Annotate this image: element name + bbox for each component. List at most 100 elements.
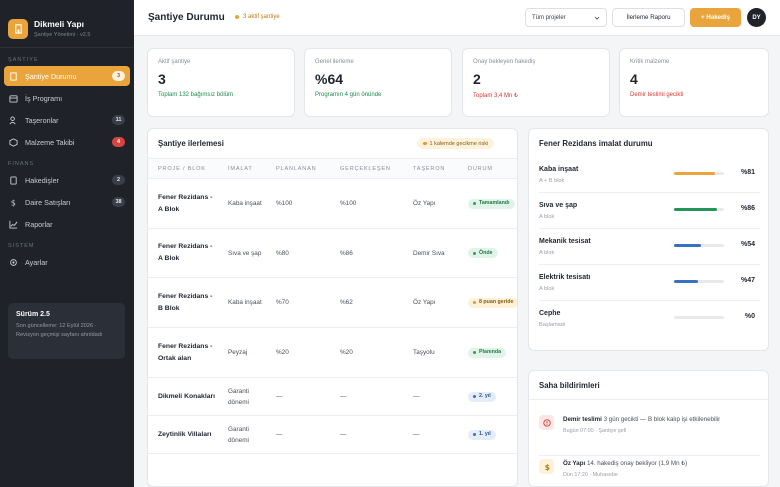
project-cell: Zeytinlik Villaları xyxy=(148,415,218,454)
kpi-card-active-sites: Aktif şantiye 3 Toplam 132 bağımsız bölü… xyxy=(147,48,295,117)
planned-cell: %20 xyxy=(266,327,330,378)
sidebar-item-ayarlar[interactable]: Ayarlar xyxy=(4,252,130,272)
manufacturing-panel: Fener Rezidans imalat durumu Kaba inşaat… xyxy=(528,128,769,351)
table-row[interactable]: Fener Rezidans - A Blok Kaba inşaat %100 %1… xyxy=(148,178,517,229)
table-row[interactable]: Fener Rezidans - A Blok Sıva ve şap %80 %86… xyxy=(148,228,517,278)
progress-item-sub: A blok xyxy=(539,286,555,292)
progress-track xyxy=(674,280,724,283)
risk-badge-text: 1 kalemde gecikme riski xyxy=(429,140,489,147)
project-cell: Fener Rezidans - B Blok xyxy=(148,277,218,328)
sidebar-item-hakedisler[interactable]: Hakedişler 2 xyxy=(4,170,130,190)
sidebar-item-is-programi[interactable]: İş Programı xyxy=(4,88,130,108)
kpi-label: Genel ilerleme xyxy=(315,59,354,65)
sidebar-item-label: Hakedişler xyxy=(25,175,59,185)
progress-item-name: Sıva ve şap xyxy=(539,202,578,209)
table-row[interactable]: Fener Rezidans - Ortak alan Peyzaj %20 %20 T… xyxy=(148,327,517,378)
kpi-value: 2 xyxy=(473,71,481,87)
status-label: 8 puan geride xyxy=(479,299,514,305)
progress-report-button[interactable]: İlerleme Raporu xyxy=(612,8,685,27)
kpi-note: Demir teslimi gecikti xyxy=(630,92,684,98)
contractor-cell: Öz Yapı xyxy=(403,277,458,328)
column-header: Taşeron xyxy=(403,158,458,179)
field-notifications-panel: Saha bildirimleri Demir teslimi 3 gün ge… xyxy=(528,370,769,487)
kpi-label: Kritik malzeme xyxy=(630,59,670,65)
project-select[interactable]: Tüm projeler xyxy=(525,8,607,27)
nav-badge: 38 xyxy=(112,197,125,207)
status-dot xyxy=(473,251,476,255)
table-row[interactable]: Fener Rezidans - B Blok Kaba inşaat %70 %62… xyxy=(148,277,517,328)
page-title: Şantiye Durumu xyxy=(148,12,225,23)
sidebar-item-label: Ayarlar xyxy=(25,257,48,267)
panel-title: Saha bildirimleri xyxy=(539,381,600,390)
sidebar-item-malzeme-takibi[interactable]: Malzeme Takibi 4 xyxy=(4,132,130,152)
building-icon xyxy=(9,71,18,81)
column-header: Gerçekleşen xyxy=(330,158,403,179)
calendar-icon xyxy=(9,94,18,103)
progress-item-sub: A blok xyxy=(539,214,555,220)
status-label: Önde xyxy=(479,249,493,256)
status-dot xyxy=(235,15,239,19)
status-badge: 2. yıl xyxy=(468,391,496,402)
divider xyxy=(539,455,760,456)
progress-item: Elektrik tesisatı A blok %47 xyxy=(539,265,760,301)
nav-badge: 2 xyxy=(112,175,125,185)
avatar[interactable]: DY xyxy=(747,8,766,27)
actual-cell: %100 xyxy=(330,178,403,229)
progress-value: %81 xyxy=(740,169,755,176)
brand[interactable]: Dikmeli Yapı Şantiye Yönetimi · v2.5 xyxy=(0,0,134,48)
sidebar-item-raporlar[interactable]: Raporlar xyxy=(4,214,130,234)
lira-icon: $ xyxy=(539,459,554,474)
version-title: Sürüm 2.5 xyxy=(16,311,50,318)
planned-cell: %80 xyxy=(266,228,330,278)
sidebar-item-daire-satislari[interactable]: $ Daire Satışları 38 xyxy=(4,192,130,212)
building-icon xyxy=(8,18,28,39)
notification-body: 14. hakediş onay bekliyor (1,9 Mn ₺) xyxy=(586,460,688,467)
contractor-cell: Demir Sıva xyxy=(403,228,458,278)
table-row[interactable]: Zeytinlik Villaları Garanti dönemi — — —1. y… xyxy=(148,415,517,454)
work-cell: Garanti dönemi xyxy=(218,415,266,454)
add-hakedis-button[interactable]: + Hakediş xyxy=(690,8,741,27)
status-label: 1. yıl xyxy=(479,431,491,437)
progress-value: %47 xyxy=(740,277,755,284)
progress-item: Kaba inşaat A + B blok %81 xyxy=(539,157,760,193)
planned-cell: — xyxy=(266,415,330,454)
header: Şantiye Durumu 3 aktif şantiye Tüm proje… xyxy=(134,0,780,36)
gear-icon xyxy=(9,258,18,267)
column-header: Planlanan xyxy=(266,158,330,179)
project-cell: Dikmeli Konakları xyxy=(148,377,218,416)
sidebar-item-label: Taşeronlar xyxy=(25,115,59,125)
notification-time: Dün 17:20 · Muhasebe xyxy=(563,472,618,478)
site-progress-panel: Şantiye ilerlemesi 1 kalemde gecikme ris… xyxy=(147,128,518,487)
kpi-note: Toplam 3,4 Mn ₺ xyxy=(473,93,518,99)
project-cell: Fener Rezidans - A Blok xyxy=(148,228,218,278)
progress-value: %86 xyxy=(740,205,755,212)
progress-item-sub: A blok xyxy=(539,250,555,256)
kpi-label: Aktif şantiye xyxy=(158,59,191,65)
status-label: 2. yıl xyxy=(479,393,491,399)
sidebar-item-label: Malzeme Takibi xyxy=(25,137,75,147)
status-cell: Planında xyxy=(458,327,517,378)
progress-value: %54 xyxy=(740,241,755,248)
progress-fill xyxy=(674,208,717,211)
status-dot xyxy=(473,433,476,436)
contractor-cell: Taşyolu xyxy=(403,327,458,378)
kpi-value: %64 xyxy=(315,71,344,87)
chart-icon xyxy=(9,220,18,229)
risk-badge: 1 kalemde gecikme riski xyxy=(417,138,495,149)
progress-fill xyxy=(674,172,715,175)
sidebar-item-taseronlar[interactable]: Taşeronlar 11 xyxy=(4,110,130,130)
progress-track xyxy=(674,244,724,247)
actual-cell: — xyxy=(330,377,403,416)
sidebar-item-label: Raporlar xyxy=(25,219,53,229)
kpi-card-critical-material: Kritik malzeme 4 Demir teslimi gecikti xyxy=(619,48,769,117)
sidebar-item-santiye-durumu[interactable]: Şantiye Durumu 3 xyxy=(4,66,130,86)
brand-subtitle: Şantiye Yönetimi · v2.5 xyxy=(34,32,91,38)
divider xyxy=(529,399,768,400)
table-row[interactable]: Dikmeli Konakları Garanti dönemi — — —2. yıl xyxy=(148,377,517,416)
status-text: 3 aktif şantiye xyxy=(243,14,280,20)
kpi-card-general-progress: Genel ilerleme %64 Programın 4 gün önünd… xyxy=(304,48,452,117)
actual-cell: — xyxy=(330,415,403,454)
progress-item-name: Kaba inşaat xyxy=(539,166,579,173)
version-text: Son güncelleme: 12 Eylül 2026 · Revizyon… xyxy=(16,323,103,338)
actual-cell: %86 xyxy=(330,228,403,278)
